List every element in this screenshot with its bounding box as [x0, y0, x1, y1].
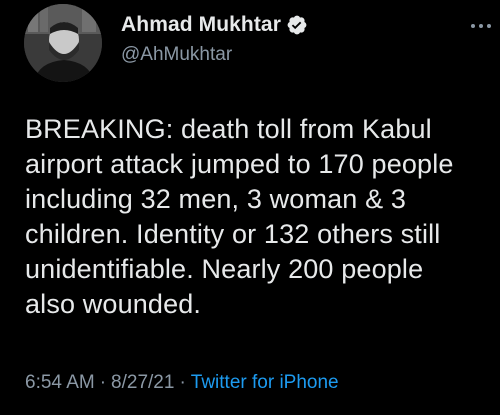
author-handle[interactable]: @AhMukhtar	[121, 44, 232, 66]
author-display-name[interactable]: Ahmad Mukhtar	[121, 13, 281, 37]
avatar[interactable]	[24, 4, 102, 82]
verified-badge-icon	[287, 15, 307, 35]
tweet-text: BREAKING: death toll from Kabul airport …	[25, 114, 454, 319]
tweet-time[interactable]: 6:54 AM	[25, 372, 95, 394]
author-name-row[interactable]: Ahmad Mukhtar	[121, 11, 308, 39]
tweet-meta: 6:54 AM · 8/27/21 · Twitter for iPhone	[25, 372, 339, 394]
meta-separator: ·	[179, 372, 186, 393]
tweet-source-link[interactable]: Twitter for iPhone	[191, 372, 339, 394]
more-options-icon[interactable]	[470, 22, 492, 30]
meta-separator: ·	[99, 372, 107, 393]
profile-photo-icon	[24, 4, 102, 82]
tweet-date[interactable]: 8/27/21	[111, 372, 174, 394]
tweet-card: Ahmad Mukhtar @AhMukhtar BREAKING: death…	[0, 0, 500, 415]
